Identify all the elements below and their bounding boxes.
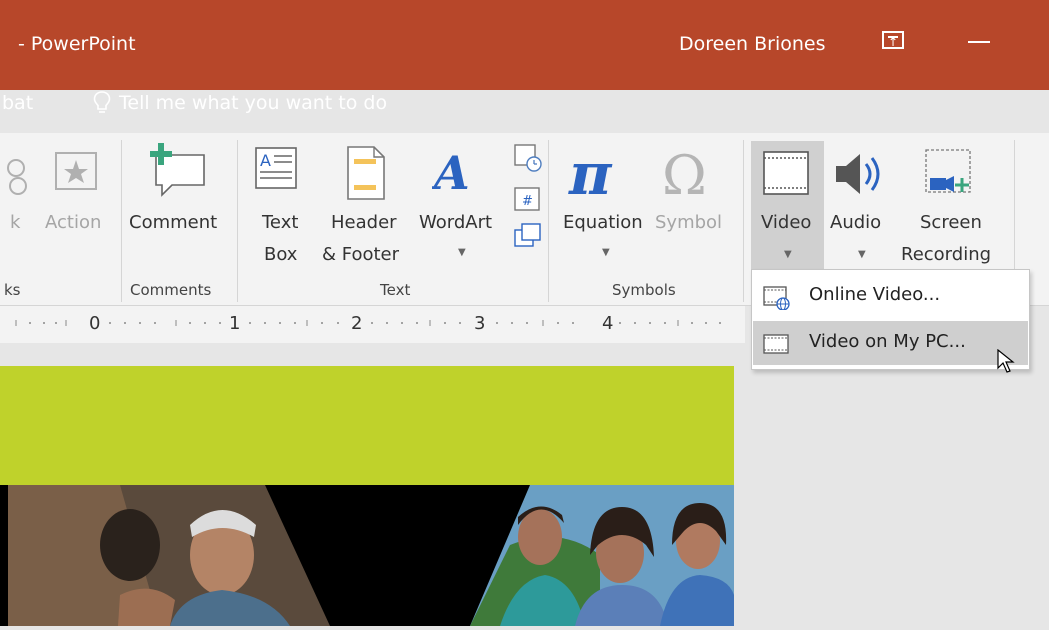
group-label-links: ks — [4, 281, 21, 299]
action-button[interactable]: Action — [45, 211, 101, 235]
arrow-up-icon: ↑ — [888, 35, 899, 49]
group-label-comments: Comments — [130, 281, 212, 299]
video-button-label: Video — [761, 212, 812, 233]
screen-recording-icon — [925, 149, 971, 193]
menu-item-label: Online Video... — [809, 284, 941, 305]
wordart-button[interactable]: WordArt — [419, 211, 492, 235]
svg-text:A: A — [432, 147, 470, 195]
slide-number-icon: # — [514, 187, 540, 211]
slide-photos — [8, 485, 734, 626]
window-title: - PowerPoint — [18, 33, 136, 55]
online-video-icon — [763, 286, 790, 310]
video-dropdown-menu: Online Video... Video on My PC... — [751, 269, 1030, 370]
tell-me-label: Tell me what you want to do — [119, 92, 388, 114]
mouse-pointer-icon — [997, 349, 1015, 373]
audio-speaker-icon — [836, 154, 880, 194]
group-label-text: Text — [380, 281, 411, 299]
lightbulb-icon — [93, 91, 111, 113]
ruler-ticks — [15, 320, 721, 326]
screen-recording-button-line1[interactable]: Screen — [920, 211, 982, 235]
group-label-symbols: Symbols — [612, 281, 676, 299]
ribbon-separator — [237, 140, 238, 302]
horizontal-ruler: 0 1 2 3 4 — [0, 306, 745, 343]
ruler-mark-0: 0 — [89, 313, 101, 334]
audio-button[interactable]: Audio — [830, 211, 881, 235]
equation-button[interactable]: Equation — [563, 211, 643, 235]
header-footer-icon — [347, 146, 385, 200]
date-time-icon — [514, 144, 542, 172]
ruler-mark-3: 3 — [474, 313, 486, 334]
header-footer-button-line1[interactable]: Header — [331, 211, 397, 235]
screen-recording-button-line2[interactable]: Recording — [901, 243, 991, 267]
symbol-button: Symbol — [655, 212, 723, 233]
text-box-button-line2[interactable]: Box — [264, 243, 297, 267]
video-icon — [763, 151, 809, 195]
video-file-icon — [763, 334, 789, 354]
header-footer-button-line2[interactable]: & Footer — [322, 243, 399, 267]
ruler-mark-4: 4 — [602, 313, 614, 334]
link-icon — [7, 159, 27, 195]
link-button-label[interactable]: k — [10, 211, 20, 235]
symbols-icons: π Ω — [568, 140, 707, 204]
text-small-icons: # — [514, 144, 542, 247]
slide-photo-area — [0, 485, 734, 626]
ribbon-separator — [548, 140, 549, 302]
text-box-button-line1[interactable]: Text — [262, 211, 298, 235]
wordart-icon: A — [432, 147, 470, 195]
tab-acrobat[interactable]: bat — [2, 92, 33, 114]
ruler-mark-2: 2 — [351, 313, 363, 334]
omega-symbol-icon: Ω — [662, 144, 707, 204]
tell-me-search[interactable]: Tell me what you want to do — [93, 88, 387, 118]
chevron-down-icon: ▼ — [602, 247, 610, 258]
chevron-down-icon: ▼ — [784, 249, 792, 260]
ruler-mark-1: 1 — [229, 313, 241, 334]
object-icon — [514, 223, 541, 247]
chevron-down-icon: ▼ — [858, 249, 866, 260]
ribbon-separator — [743, 140, 744, 302]
slide-green-banner — [0, 366, 734, 485]
minimize-button[interactable] — [968, 41, 990, 43]
pi-equation-icon: π — [568, 140, 613, 204]
menu-item-online-video[interactable]: Online Video... — [753, 274, 1028, 318]
svg-text:#: # — [522, 194, 533, 209]
user-name[interactable]: Doreen Briones — [679, 33, 826, 55]
ribbon-separator — [121, 140, 122, 302]
chevron-down-icon: ▼ — [458, 247, 466, 258]
action-star-icon — [55, 152, 97, 190]
text-box-icon: A — [255, 147, 297, 189]
svg-text:A: A — [260, 151, 271, 170]
menu-item-video-on-my-pc[interactable]: Video on My PC... — [753, 321, 1028, 365]
menu-item-label: Video on My PC... — [809, 331, 966, 352]
comment-icon[interactable] — [146, 143, 210, 199]
comment-button[interactable]: Comment — [129, 211, 217, 235]
